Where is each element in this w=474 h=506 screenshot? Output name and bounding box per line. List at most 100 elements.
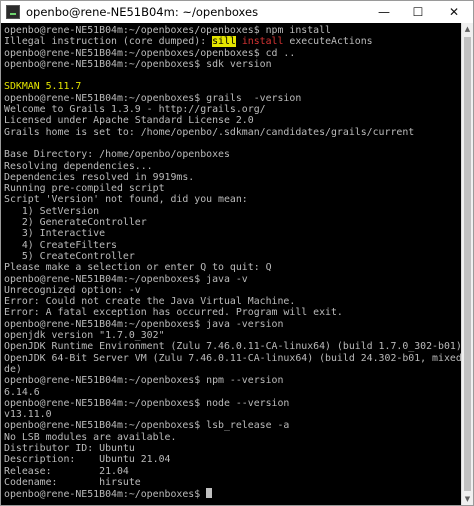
terminal-text: Codename: hirsute <box>4 476 141 488</box>
scroll-thumb[interactable] <box>464 37 471 491</box>
terminal-line: openbo@rene-NE51B04m:~/openboxes/openbox… <box>4 48 462 59</box>
terminal-line: Base Directory: /home/openbo/openboxes <box>4 149 462 160</box>
terminal-line: Error: Could not create the Java Virtual… <box>4 296 462 307</box>
terminal-text: Licensed under Apache Standard License 2… <box>4 115 254 127</box>
terminal-line: 5) CreateController <box>4 251 462 262</box>
terminal-line: openbo@rene-NE51B04m:~/openboxes$ node -… <box>4 398 462 409</box>
terminal-text: Error: Could not create the Java Virtual… <box>4 296 296 308</box>
terminal-text: 5) CreateController <box>4 250 135 262</box>
terminal-line: Release: 21.04 <box>4 466 462 477</box>
terminal-line: Dependencies resolved in 9919ms. <box>4 172 462 183</box>
terminal-line: Error: A fatal exception has occurred. P… <box>4 307 462 318</box>
terminal-line: Resolving dependencies... <box>4 161 462 172</box>
terminal-text: 2) GenerateController <box>4 217 147 229</box>
terminal-text: Unrecognized option: -v <box>4 284 141 296</box>
terminal-line: Licensed under Apache Standard License 2… <box>4 115 462 126</box>
terminal-text: openbo@rene-NE51B04m:~/openboxes$ sdk ve… <box>4 58 272 70</box>
terminal-line: openbo@rene-NE51B04m:~/openboxes$ java -… <box>4 319 462 330</box>
terminal-text: Illegal instruction (core dumped) <box>4 36 201 48</box>
terminal-line: Description: Ubuntu 21.04 <box>4 454 462 465</box>
terminal-text: OpenJDK Runtime Environment (Zulu 7.46.0… <box>4 341 462 353</box>
terminal-line: 3) Interactive <box>4 228 462 239</box>
terminal-text: Dependencies resolved in 9919ms. <box>4 171 195 183</box>
terminal-text: 3) Interactive <box>4 228 106 240</box>
terminal-window: openbo@rene-NE51B04m: ~/openboxes — ☐ ✕ … <box>0 0 474 506</box>
terminal-text: : <box>200 36 213 48</box>
terminal-line: OpenJDK 64-Bit Server VM (Zulu 7.46.0.11… <box>4 353 462 364</box>
terminal-line: openbo@rene-NE51B04m:~/openboxes$ java -… <box>4 274 462 285</box>
terminal-line: Welcome to Grails 1.3.9 - http://grails.… <box>4 104 462 115</box>
close-button[interactable]: ✕ <box>435 1 473 23</box>
terminal-line: 1) SetVersion <box>4 206 462 217</box>
terminal-text: openbo@rene-NE51B04m:~/openboxes/openbox… <box>4 25 331 36</box>
terminal-text: v13.11.0 <box>4 409 52 421</box>
terminal-text: Please make a selection or enter Q to qu… <box>4 262 272 274</box>
terminal-text: Welcome to Grails 1.3.9 - http://grails.… <box>4 104 266 116</box>
terminal-text: openbo@rene-NE51B04m:~/openboxes$ java -… <box>4 273 248 285</box>
terminal-line: openbo@rene-NE51B04m:~/openboxes/openbox… <box>4 25 462 36</box>
terminal-text: openbo@rene-NE51B04m:~/openboxes$ <box>4 489 207 501</box>
minimize-button[interactable]: — <box>367 1 401 23</box>
terminal-line: v13.11.0 <box>4 409 462 420</box>
vertical-scrollbar[interactable]: ▲ ▼ <box>461 23 473 505</box>
terminal-text: de) <box>4 363 22 375</box>
terminal-line: openjdk version "1.7.0_302" <box>4 330 462 341</box>
terminal-text: Running pre-compiled script <box>4 183 165 195</box>
text-cursor <box>206 488 213 499</box>
terminal-text: Distributor ID: Ubuntu <box>4 442 135 454</box>
terminal-text: openbo@rene-NE51B04m:~/openboxes$ npm --… <box>4 375 284 387</box>
terminal-line: 2) GenerateController <box>4 217 462 228</box>
window-title: openbo@rene-NE51B04m: ~/openboxes <box>26 5 259 19</box>
terminal-line: openbo@rene-NE51B04m:~/openboxes$ sdk ve… <box>4 59 462 70</box>
terminal-text: openbo@rene-NE51B04m:~/openboxes/openbox… <box>4 47 296 59</box>
maximize-button[interactable]: ☐ <box>401 1 435 23</box>
terminal-line: Script 'Version' not found, did you mean… <box>4 194 462 205</box>
terminal-line: Please make a selection or enter Q to qu… <box>4 262 462 273</box>
terminal-text: openjdk version "1.7.0_302" <box>4 330 165 342</box>
scroll-down-arrow-icon[interactable]: ▼ <box>462 493 473 505</box>
terminal-line: Grails home is set to: /home/openbo/.sdk… <box>4 127 462 138</box>
terminal-text: Script 'Version' not found, did you mean… <box>4 194 248 206</box>
terminal-line: Unrecognized option: -v <box>4 285 462 296</box>
terminal-text: openbo@rene-NE51B04m:~/openboxes$ grails… <box>4 92 302 104</box>
terminal-line: openbo@rene-NE51B04m:~/openboxes$ <box>4 488 462 501</box>
terminal-text: SDKMAN 5.11.7 <box>4 81 82 93</box>
terminal-text: Base Directory: /home/openbo/openboxes <box>4 149 230 161</box>
terminal-text: Release: 21.04 <box>4 465 129 477</box>
window-controls: — ☐ ✕ <box>367 1 473 23</box>
terminal-line: 6.14.6 <box>4 387 462 398</box>
terminal-text: openbo@rene-NE51B04m:~/openboxes$ lsb_re… <box>4 420 290 432</box>
terminal-text: No LSB modules are available. <box>4 431 177 443</box>
terminal-output[interactable]: openbo@rene-NE51B04m:~/openboxes/openbox… <box>1 23 462 505</box>
terminal-text: OpenJDK 64-Bit Server VM (Zulu 7.46.0.11… <box>4 352 462 364</box>
terminal-text: install <box>241 36 284 48</box>
terminal-text: 6.14.6 <box>4 386 40 398</box>
terminal-line: openbo@rene-NE51B04m:~/openboxes$ npm --… <box>4 375 462 386</box>
title-bar[interactable]: openbo@rene-NE51B04m: ~/openboxes — ☐ ✕ <box>1 1 473 23</box>
terminal-text: Grails home is set to: /home/openbo/.sdk… <box>4 126 415 138</box>
terminal-icon[interactable] <box>6 5 20 19</box>
terminal-line: Running pre-compiled script <box>4 183 462 194</box>
terminal-text: executeActions <box>283 36 373 48</box>
terminal-text: openbo@rene-NE51B04m:~/openboxes$ node -… <box>4 397 290 409</box>
terminal-text: Description: Ubuntu 21.04 <box>4 454 171 466</box>
terminal-line: 4) CreateFilters <box>4 240 462 251</box>
terminal-text: sill <box>212 36 236 48</box>
terminal-line: No LSB modules are available. <box>4 432 462 443</box>
scroll-up-arrow-icon[interactable]: ▲ <box>462 23 473 35</box>
terminal-text: openbo@rene-NE51B04m:~/openboxes$ java -… <box>4 318 284 330</box>
terminal-line: SDKMAN 5.11.7 <box>4 81 462 92</box>
terminal-line: Distributor ID: Ubuntu <box>4 443 462 454</box>
terminal-line: openbo@rene-NE51B04m:~/openboxes$ lsb_re… <box>4 420 462 431</box>
terminal-text: 1) SetVersion <box>4 205 100 217</box>
terminal-line: Codename: hirsute <box>4 477 462 488</box>
terminal-line: de) <box>4 364 462 375</box>
terminal-line: Illegal instruction (core dumped): sill … <box>4 36 462 48</box>
terminal-text: 4) CreateFilters <box>4 239 117 251</box>
terminal-text: Error: A fatal exception has occurred. P… <box>4 307 343 319</box>
terminal-line: openbo@rene-NE51B04m:~/openboxes$ grails… <box>4 93 462 104</box>
terminal-text: Resolving dependencies... <box>4 160 153 172</box>
terminal-line: OpenJDK Runtime Environment (Zulu 7.46.0… <box>4 341 462 352</box>
